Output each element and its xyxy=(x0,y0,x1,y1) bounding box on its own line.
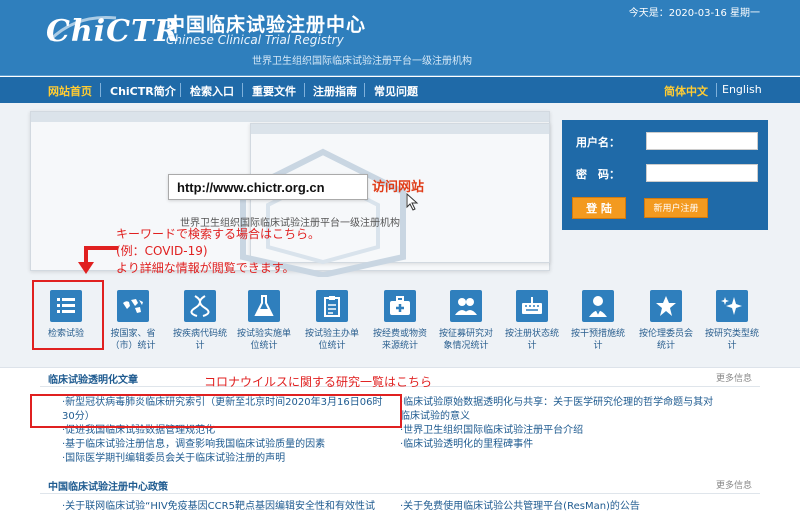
icon-label: 按经费或物资 xyxy=(372,329,427,339)
sparkle-icon xyxy=(716,290,748,322)
nav-home[interactable]: 网站首页 xyxy=(48,83,92,99)
login-button[interactable]: 登 陆 xyxy=(572,197,626,219)
nav-divider xyxy=(180,83,181,97)
site-title-en: Chinese Clinical Trial Registry xyxy=(166,33,344,47)
icon-by-recruitment[interactable]: 按征募研究对 象情况统计 xyxy=(436,290,496,352)
lang-english[interactable]: English xyxy=(722,83,762,96)
cursor-icon xyxy=(406,193,419,211)
icon-label: 按国家、省 xyxy=(110,329,156,339)
policy-more-link[interactable]: 更多信息 xyxy=(716,478,752,491)
dna-icon xyxy=(184,290,216,322)
search-annotation: キーワードで検索する場合はこちら。 (例：COVID-19) より詳細な情報が閲… xyxy=(116,226,320,277)
icon-by-ethics[interactable]: 按伦理委员会 统计 xyxy=(636,290,696,352)
password-input[interactable] xyxy=(646,164,758,182)
icon-label: 按试验主办单 xyxy=(304,329,359,339)
nav-divider xyxy=(364,83,365,97)
statistics-icon-row: 检索试验 按国家、省 （市）统计 按疾病代码统 计 按试验实施单 位统计 按试验… xyxy=(0,280,800,368)
icon-label: 按疾病代码统 xyxy=(172,329,227,339)
world-map-icon xyxy=(117,290,149,322)
news-item[interactable]: ·基于临床试验注册信息，调查影响我国临床试验质量的因素 xyxy=(62,438,382,452)
covid-annotation: コロナウイルスに関する研究一覧はこちら xyxy=(204,375,433,389)
nav-divider xyxy=(100,83,101,97)
news-more-link[interactable]: 更多信息 xyxy=(716,371,752,384)
login-panel: 用户名： 密 码： 登 陆 新用户注册 xyxy=(562,120,768,230)
icon-label: 计 xyxy=(527,341,537,351)
star-icon xyxy=(650,290,682,322)
icon-label: 计 xyxy=(593,341,603,351)
nav-faq[interactable]: 常见问题 xyxy=(374,83,418,99)
site-logo[interactable]: ChiCTR xyxy=(46,14,180,49)
username-label: 用户名： xyxy=(576,136,620,149)
icon-by-funding[interactable]: 按经费或物资 来源统计 xyxy=(370,290,430,352)
news-item[interactable]: 临床试验的意义 xyxy=(400,410,713,424)
annotation-arrow-icon xyxy=(78,246,118,274)
icon-by-status[interactable]: 按注册状态统 计 xyxy=(502,290,562,352)
icon-label: 按注册状态统 xyxy=(504,329,559,339)
policy-item-right[interactable]: ·关于免费使用临床试验公共管理平台(ResMan)的公告 xyxy=(400,500,760,512)
lang-chinese[interactable]: 简体中文 xyxy=(664,83,708,99)
medkit-icon xyxy=(384,290,416,322)
nav-divider xyxy=(304,83,305,97)
icon-label: 按干预措施统 xyxy=(570,329,625,339)
search-trials-highlight xyxy=(32,280,104,350)
news-section-title: 临床试验透明化文章 xyxy=(48,375,138,386)
annotation-line: より詳細な情報が閲覧できます。 xyxy=(116,261,295,275)
nav-about[interactable]: ChiCTR简介 xyxy=(110,83,176,99)
nav-divider xyxy=(242,83,243,97)
icon-label: （市）统计 xyxy=(110,341,156,351)
password-label: 密 码： xyxy=(576,168,620,181)
section-divider xyxy=(40,493,760,494)
icon-label: 按伦理委员会 xyxy=(638,329,693,339)
site-subtitle: 世界卫生组织国际临床试验注册平台一级注册机构 xyxy=(252,56,472,67)
news-item[interactable]: ·国际医学期刊编辑委员会关于临床试验注册的声明 xyxy=(62,452,382,466)
icon-label: 来源统计 xyxy=(381,341,418,351)
main-nav: 网站首页 ChiCTR简介 检索入口 重要文件 注册指南 常见问题 简体中文 E… xyxy=(0,77,800,103)
icon-label: 位统计 xyxy=(250,341,278,351)
url-display[interactable]: http://www.chictr.org.cn xyxy=(168,174,368,200)
flask-icon xyxy=(248,290,280,322)
site-header: ChiCTR 中国临床试验注册中心 Chinese Clinical Trial… xyxy=(0,0,800,76)
icon-by-institution[interactable]: 按试验实施单 位统计 xyxy=(234,290,294,352)
news-item[interactable]: ·临床试验透明化的里程碑事件 xyxy=(400,438,713,452)
annotation-line: (例：COVID-19) xyxy=(116,244,208,258)
url-text: http://www.chictr.org.cn xyxy=(177,180,325,195)
icon-by-study-type[interactable]: 按研究类型统 计 xyxy=(702,290,762,352)
icon-label: 按试验实施单 xyxy=(236,329,291,339)
policy-section-title: 中国临床试验注册中心政策 xyxy=(48,482,168,493)
icon-label: 象情况统计 xyxy=(443,341,489,351)
icon-by-sponsor[interactable]: 按试验主办单 位统计 xyxy=(302,290,362,352)
covid-index-highlight xyxy=(30,394,402,428)
icon-label: 按研究类型统 xyxy=(704,329,759,339)
doctor-icon xyxy=(582,290,614,322)
today-date: 今天是：2020-03-16 星期一 xyxy=(628,8,760,19)
clipboard-icon xyxy=(316,290,348,322)
nav-divider xyxy=(716,83,717,97)
icon-by-disease[interactable]: 按疾病代码统 计 xyxy=(170,290,230,352)
keyboard-icon xyxy=(516,290,548,322)
annotation-line: キーワードで検索する場合はこちら。 xyxy=(116,227,321,241)
nav-documents[interactable]: 重要文件 xyxy=(252,83,296,99)
icon-by-country[interactable]: 按国家、省 （市）统计 xyxy=(103,290,163,352)
news-item[interactable]: ·世界卫生组织国际临床试验注册平台介绍 xyxy=(400,424,713,438)
policy-section-header: 中国临床试验注册中心政策 更多信息 xyxy=(0,476,800,494)
icon-label: 计 xyxy=(195,341,205,351)
icon-label: 统计 xyxy=(656,341,675,351)
register-button[interactable]: 新用户注册 xyxy=(644,198,708,218)
username-input[interactable] xyxy=(646,132,758,150)
people-icon xyxy=(450,290,482,322)
icon-label: 位统计 xyxy=(318,341,346,351)
policy-item-left[interactable]: ·关于联网临床试验“HIV免疫基因CCR5靶点基因编辑安全性和有效性试 xyxy=(62,500,398,512)
news-item[interactable]: ·临床试验原始数据透明化与共享：关于医学研究伦理的哲学命题与其对 xyxy=(400,396,713,410)
icon-by-intervention[interactable]: 按干预措施统 计 xyxy=(568,290,628,352)
icon-label: 计 xyxy=(727,341,737,351)
nav-search[interactable]: 检索入口 xyxy=(190,83,234,99)
nav-guide[interactable]: 注册指南 xyxy=(313,83,357,99)
icon-label: 按征募研究对 xyxy=(438,329,493,339)
news-list-right: ·临床试验原始数据透明化与共享：关于医学研究伦理的哲学命题与其对 临床试验的意义… xyxy=(400,396,713,452)
